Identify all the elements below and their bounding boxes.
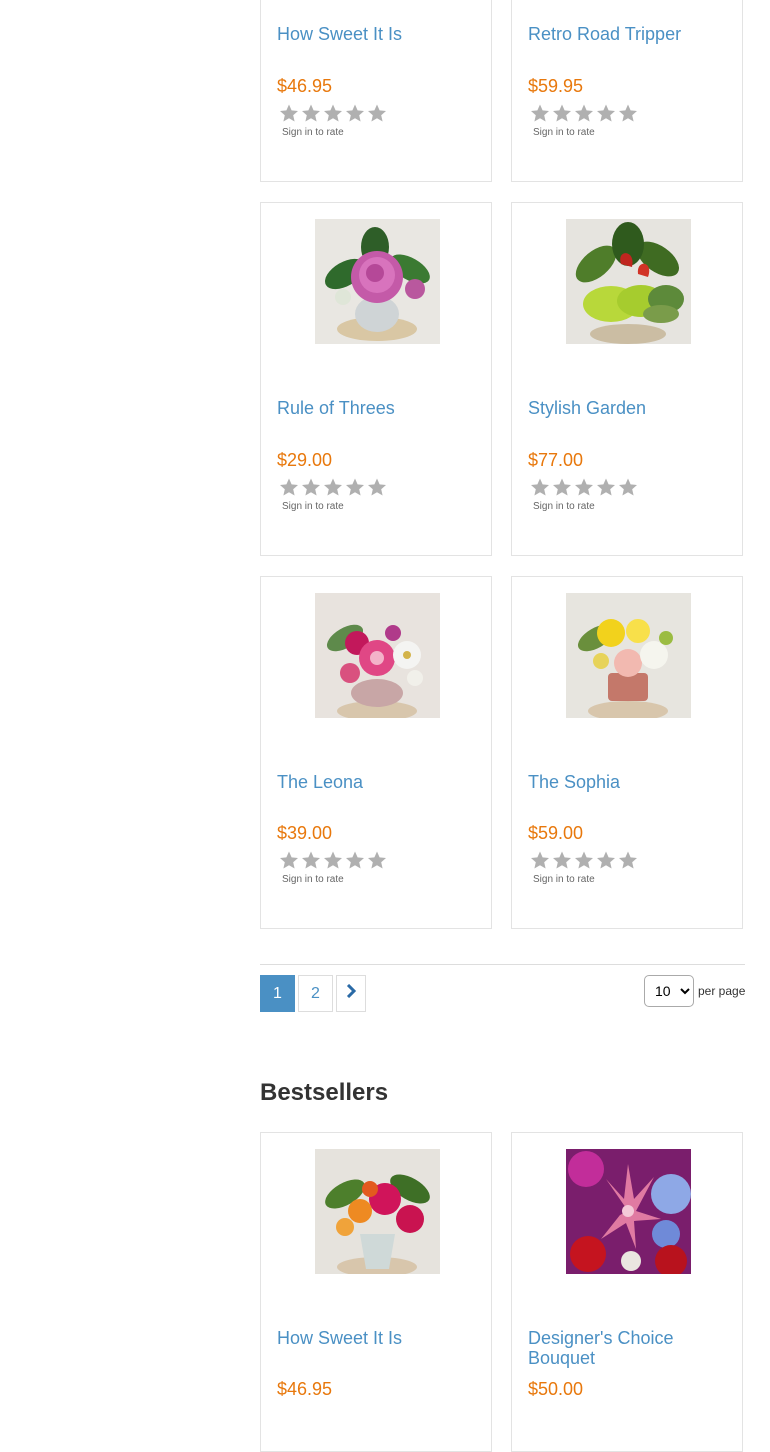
- star-icon[interactable]: [551, 477, 573, 497]
- product-price: $59.95: [528, 76, 584, 96]
- product-title-link[interactable]: Stylish Garden: [528, 398, 730, 418]
- product-card: Retro Road Tripper $59.95 Sign in to rat…: [511, 0, 743, 182]
- bestsellers-heading: Bestsellers: [260, 1079, 389, 1106]
- star-icon[interactable]: [551, 850, 573, 870]
- star-rating[interactable]: [529, 103, 639, 123]
- star-icon[interactable]: [278, 477, 300, 497]
- star-icon[interactable]: [366, 103, 388, 123]
- per-page-label: per page: [698, 984, 746, 998]
- star-icon[interactable]: [322, 850, 344, 870]
- star-icon[interactable]: [322, 477, 344, 497]
- product-image[interactable]: [566, 593, 691, 718]
- star-icon[interactable]: [322, 103, 344, 123]
- sign-in-to-rate-text: Sign in to rate: [282, 874, 344, 885]
- toolbar-divider: [260, 964, 745, 965]
- star-icon[interactable]: [344, 477, 366, 497]
- star-icon[interactable]: [366, 850, 388, 870]
- product-image[interactable]: [566, 1149, 691, 1274]
- product-price: $59.00: [528, 823, 584, 843]
- pagination: 1 2: [260, 975, 366, 1012]
- star-icon[interactable]: [278, 103, 300, 123]
- product-card: Stylish Garden $77.00 Sign in to rate: [511, 202, 743, 556]
- star-icon[interactable]: [300, 850, 322, 870]
- star-icon[interactable]: [300, 477, 322, 497]
- product-card: Rule of Threes $29.00 Sign in to rate: [260, 202, 492, 556]
- next-page-button[interactable]: [336, 975, 366, 1012]
- star-icon[interactable]: [344, 850, 366, 870]
- product-image[interactable]: [566, 219, 691, 344]
- product-title-link[interactable]: The Sophia: [528, 772, 730, 792]
- bestseller-card: Designer's Choice Bouquet $50.00: [511, 1132, 743, 1452]
- star-icon[interactable]: [595, 850, 617, 870]
- star-rating[interactable]: [278, 850, 388, 870]
- chevron-right-icon: [345, 983, 357, 1003]
- sign-in-to-rate-text: Sign in to rate: [282, 501, 344, 512]
- star-rating[interactable]: [529, 477, 639, 497]
- product-card: The Leona $39.00 Sign in to rate: [260, 576, 492, 929]
- product-price: $29.00: [277, 450, 333, 470]
- star-icon[interactable]: [573, 850, 595, 870]
- sign-in-to-rate-text: Sign in to rate: [533, 127, 595, 138]
- product-price: $46.95: [277, 76, 333, 96]
- product-card: The Sophia $59.00 Sign in to rate: [511, 576, 743, 929]
- product-title-link[interactable]: Rule of Threes: [277, 398, 479, 418]
- product-title-link[interactable]: Designer's Choice Bouquet: [528, 1328, 730, 1368]
- product-title-link[interactable]: How Sweet It Is: [277, 1328, 479, 1348]
- product-title-link[interactable]: Retro Road Tripper: [528, 24, 730, 44]
- star-icon[interactable]: [617, 103, 639, 123]
- star-icon[interactable]: [529, 477, 551, 497]
- star-icon[interactable]: [595, 103, 617, 123]
- per-page-control: 10 per page: [644, 975, 745, 1007]
- product-price: $46.95: [277, 1379, 333, 1399]
- page-1-button[interactable]: 1: [260, 975, 295, 1012]
- star-rating[interactable]: [278, 477, 388, 497]
- star-icon[interactable]: [551, 103, 573, 123]
- product-image[interactable]: [315, 593, 440, 718]
- product-price: $39.00: [277, 823, 333, 843]
- sign-in-to-rate-text: Sign in to rate: [533, 874, 595, 885]
- page-2-button[interactable]: 2: [298, 975, 333, 1012]
- star-icon[interactable]: [344, 103, 366, 123]
- star-icon[interactable]: [595, 477, 617, 497]
- star-icon[interactable]: [529, 850, 551, 870]
- star-icon[interactable]: [573, 103, 595, 123]
- product-title-link[interactable]: The Leona: [277, 772, 479, 792]
- star-rating[interactable]: [278, 103, 388, 123]
- product-image[interactable]: [315, 219, 440, 344]
- star-icon[interactable]: [617, 850, 639, 870]
- star-icon[interactable]: [300, 103, 322, 123]
- star-icon[interactable]: [573, 477, 595, 497]
- star-icon[interactable]: [617, 477, 639, 497]
- star-icon[interactable]: [529, 103, 551, 123]
- product-title-link[interactable]: How Sweet It Is: [277, 24, 479, 44]
- product-price: $50.00: [528, 1379, 584, 1399]
- star-rating[interactable]: [529, 850, 639, 870]
- star-icon[interactable]: [278, 850, 300, 870]
- per-page-select[interactable]: 10: [644, 975, 694, 1007]
- product-price: $77.00: [528, 450, 584, 470]
- product-card: How Sweet It Is $46.95 Sign in to rate: [260, 0, 492, 182]
- sign-in-to-rate-text: Sign in to rate: [282, 127, 344, 138]
- star-icon[interactable]: [366, 477, 388, 497]
- sign-in-to-rate-text: Sign in to rate: [533, 501, 595, 512]
- product-image[interactable]: [315, 1149, 440, 1274]
- bestseller-card: How Sweet It Is $46.95: [260, 1132, 492, 1452]
